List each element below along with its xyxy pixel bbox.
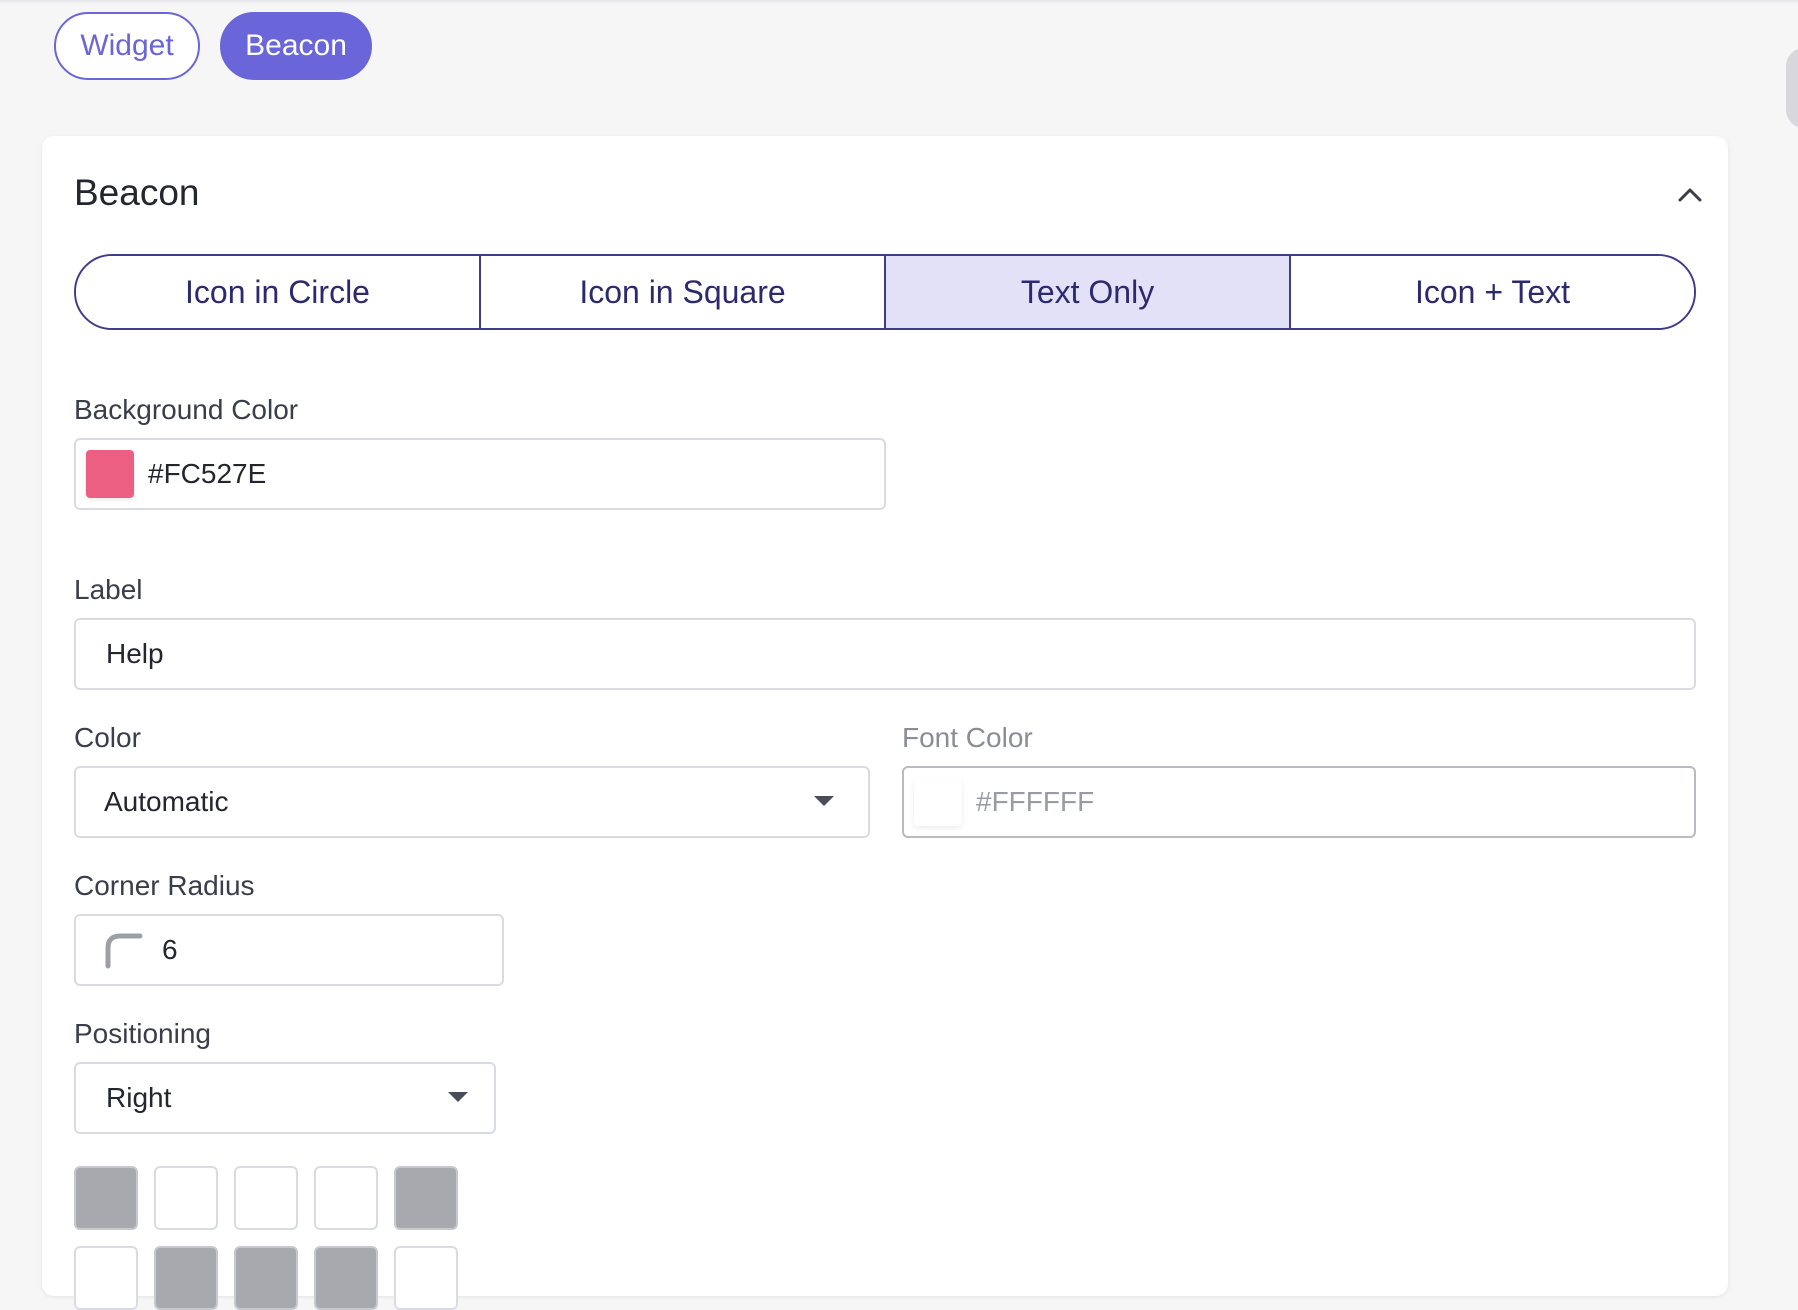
label-field-label: Label: [74, 574, 143, 605]
font-color-swatch[interactable]: [914, 778, 962, 826]
corner-radius-label: Corner Radius: [74, 870, 255, 901]
positioning-select[interactable]: Right: [74, 1062, 496, 1134]
corner-radius-input[interactable]: 6: [74, 914, 504, 986]
position-cell[interactable]: [314, 1166, 378, 1230]
position-cell[interactable]: [314, 1246, 378, 1310]
chevron-down-icon: [448, 1092, 468, 1102]
color-select[interactable]: Automatic: [74, 766, 870, 838]
scrollbar-handle[interactable]: [1786, 48, 1798, 128]
chevron-down-icon: [814, 796, 834, 806]
position-cell[interactable]: [74, 1246, 138, 1310]
card-title: Beacon: [74, 172, 200, 213]
position-cell[interactable]: [154, 1246, 218, 1310]
position-cell[interactable]: [154, 1166, 218, 1230]
background-color-label: Background Color: [74, 394, 299, 425]
top-shadow: [0, 0, 1798, 4]
background-color-field[interactable]: #FC527E: [74, 438, 886, 510]
tab-beacon[interactable]: Beacon: [220, 12, 372, 80]
background-color-value: #FC527E: [148, 458, 267, 489]
label-input-value: Help: [106, 638, 164, 669]
style-option-icon-plus-text[interactable]: Icon + Text: [1291, 256, 1694, 328]
mode-tabs: Widget Beacon: [54, 12, 372, 80]
color-label: Color: [74, 722, 141, 753]
corner-radius-icon: [105, 933, 143, 969]
beacon-style-selector: Icon in Circle Icon in Square Text Only …: [74, 254, 1696, 330]
font-color-field[interactable]: #FFFFFF: [902, 766, 1696, 838]
position-cell[interactable]: [394, 1246, 458, 1310]
corner-radius-value: 6: [162, 934, 178, 965]
beacon-settings-card: Beacon Icon in Circle Icon in Square Tex…: [42, 136, 1728, 1310]
position-cell[interactable]: [234, 1166, 298, 1230]
font-color-value: #FFFFFF: [976, 786, 1095, 817]
color-select-value: Automatic: [104, 786, 229, 817]
positioning-select-value: Right: [106, 1082, 172, 1113]
position-cell[interactable]: [394, 1166, 458, 1230]
chevron-up-icon: [1678, 188, 1702, 202]
style-option-text-only[interactable]: Text Only: [886, 256, 1291, 328]
positioning-label: Positioning: [74, 1018, 211, 1049]
tab-widget[interactable]: Widget: [54, 12, 200, 80]
position-cell[interactable]: [234, 1246, 298, 1310]
style-option-icon-in-circle[interactable]: Icon in Circle: [76, 256, 481, 328]
background-color-swatch[interactable]: [86, 450, 134, 498]
label-input[interactable]: Help: [74, 618, 1696, 690]
style-option-icon-in-square[interactable]: Icon in Square: [481, 256, 886, 328]
collapse-button[interactable]: [1672, 180, 1708, 208]
position-cell[interactable]: [74, 1166, 138, 1230]
font-color-label: Font Color: [902, 722, 1033, 753]
